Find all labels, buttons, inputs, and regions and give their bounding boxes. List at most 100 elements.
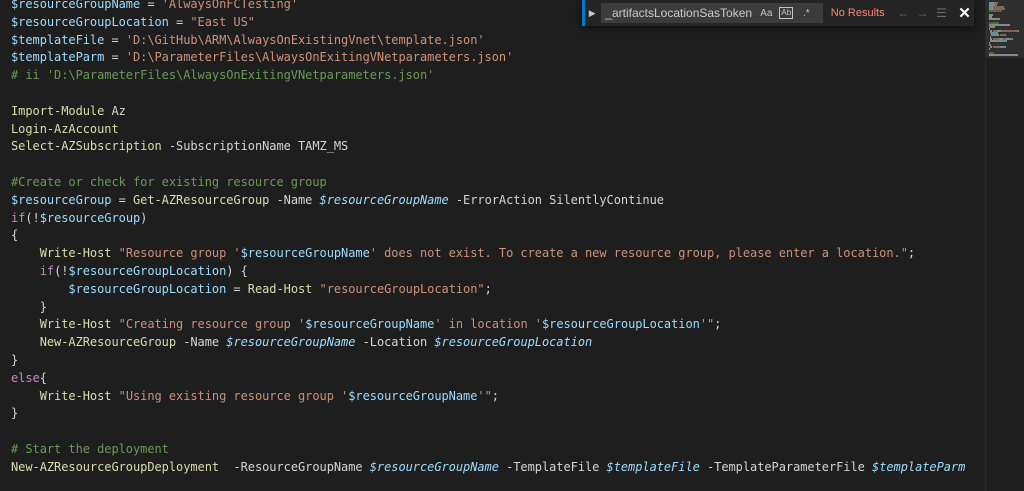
- code-token: $templateFile: [606, 459, 700, 474]
- code-token: =: [111, 192, 133, 207]
- minimap-line: [1005, 34, 1006, 36]
- code-line: if(!$resourceGroupLocation) {: [11, 263, 965, 281]
- code-token: -ErrorAction: [448, 192, 542, 207]
- code-token: =: [226, 281, 248, 296]
- find-input-box[interactable]: _artifactsLocationSasToken Aa Ab .*: [601, 3, 823, 23]
- code-token: {: [39, 370, 47, 385]
- code-token: 'D:\ParameterFiles\AlwaysOnExitingVNetpa…: [125, 50, 514, 65]
- code-token: # Start the deployment: [11, 441, 169, 456]
- find-in-selection-icon[interactable]: ☰: [932, 3, 951, 23]
- code-line: }: [11, 352, 965, 370]
- code-token: Import-Module: [11, 103, 105, 118]
- code-token: -TemplateParameterFile: [699, 459, 873, 474]
- minimap[interactable]: [985, 0, 1024, 491]
- code-token: $resourceGroupName: [369, 459, 499, 474]
- code-token: 'AlwaysOnFCTesting': [161, 0, 299, 11]
- close-icon[interactable]: ✕: [955, 3, 974, 23]
- code-token: ' does not exist. To create a new resour…: [369, 246, 908, 261]
- code-token: $resourceGroupLocation: [541, 317, 700, 332]
- code-token: $resourceGroupName: [305, 317, 435, 332]
- regex-icon[interactable]: .*: [797, 4, 815, 22]
- code-token: -Name: [176, 335, 227, 350]
- code-token: =: [104, 32, 126, 47]
- code-token: New-AZResourceGroup: [39, 335, 177, 350]
- code-token: Write-Host: [39, 388, 112, 403]
- previous-match-icon[interactable]: ←: [894, 3, 913, 23]
- code-token: "Using existing resource group ': [118, 388, 349, 403]
- code-line: Login-AzAccount: [11, 121, 965, 139]
- code-token: $templateParm: [11, 50, 105, 65]
- code-token: }: [39, 299, 47, 314]
- code-token: "Resource group ': [118, 246, 241, 261]
- code-line: if(!$resourceGroup): [11, 210, 965, 228]
- match-case-icon[interactable]: Aa: [757, 4, 775, 22]
- code-line: }: [11, 405, 965, 423]
- code-token: ) {: [226, 263, 248, 278]
- code-token: =: [104, 50, 126, 65]
- code-token: ;: [714, 317, 722, 332]
- code-line: Select-AZSubscription -SubscriptionName …: [11, 138, 965, 156]
- code-token: Get-AZResourceGroup: [132, 192, 270, 207]
- code-token: Az: [104, 103, 126, 118]
- code-line: $resourceGroup = Get-AZResourceGroup -Na…: [11, 192, 965, 210]
- code-editor[interactable]: $resourceGroupName = 'AlwaysOnFCTesting'…: [0, 0, 985, 491]
- next-match-icon[interactable]: →: [913, 3, 932, 23]
- code-line: Write-Host "Creating resource group '$re…: [11, 316, 965, 334]
- minimap-line: [994, 26, 995, 28]
- code-token: (!: [54, 263, 69, 278]
- code-token: -TemplateFile: [498, 459, 607, 474]
- code-token: $resourceGroupName: [11, 0, 141, 11]
- code-token: 'D:\GitHub\ARM\AlwaysOnExistingVnet\temp…: [125, 32, 485, 47]
- minimap-line: [1015, 54, 1018, 56]
- code-token: $resourceGroupName: [226, 335, 356, 350]
- minimap-line: [1002, 40, 1007, 42]
- code-line: New-AZResourceGroupDeployment -ResourceG…: [11, 459, 965, 477]
- code-token: $resourceGroupName: [319, 192, 449, 207]
- minimap-line: [1001, 30, 1018, 32]
- code-token: }: [11, 352, 19, 367]
- toggle-replace-icon[interactable]: ▶: [582, 0, 599, 26]
- code-token: $resourceGroup: [11, 192, 112, 207]
- code-line: $resourceGroupLocation = Read-Host "reso…: [11, 281, 965, 299]
- code-line: Write-Host "Using existing resource grou…: [11, 388, 965, 406]
- code-token: $resourceGroupName: [348, 388, 478, 403]
- code-token: Write-Host: [39, 317, 112, 332]
- code-token: if: [39, 263, 55, 278]
- minimap-line: [989, 48, 990, 50]
- find-input[interactable]: _artifactsLocationSasToken: [605, 6, 755, 20]
- minimap-line: [1018, 30, 1019, 32]
- code-token: $templateParm: [872, 459, 966, 474]
- find-result-status: No Results: [830, 7, 885, 19]
- code-token: '": [699, 317, 715, 332]
- code-line: Write-Host "Resource group '$resourceGro…: [11, 245, 965, 263]
- code-token: -ResourceGroupName: [219, 459, 370, 474]
- code-token: #Create or check for existing resource g…: [11, 174, 327, 189]
- code-token: Select-AZSubscription: [11, 139, 162, 154]
- code-token: "East US": [190, 14, 255, 29]
- code-token: }: [11, 406, 19, 421]
- code-token: '": [477, 388, 492, 403]
- code-line: {: [11, 227, 965, 245]
- code-line: }: [11, 299, 965, 317]
- code-token: $resourceGroupLocation: [68, 281, 227, 296]
- code-token: Write-Host: [39, 246, 112, 261]
- minimap-line: [1006, 24, 1010, 26]
- code-token: -SubscriptionName: [161, 139, 291, 154]
- match-whole-word-icon[interactable]: Ab: [777, 4, 795, 22]
- minimap-line: [992, 14, 993, 16]
- minimap-line: [1012, 38, 1013, 40]
- code-token: =: [140, 0, 162, 11]
- code-line: # ii 'D:\ParameterFiles\AlwaysOnExitingV…: [11, 67, 965, 85]
- code-token: $resourceGroupName: [240, 246, 370, 261]
- code-token: ' in location ': [434, 317, 542, 332]
- code-token: $templateFile: [11, 32, 105, 47]
